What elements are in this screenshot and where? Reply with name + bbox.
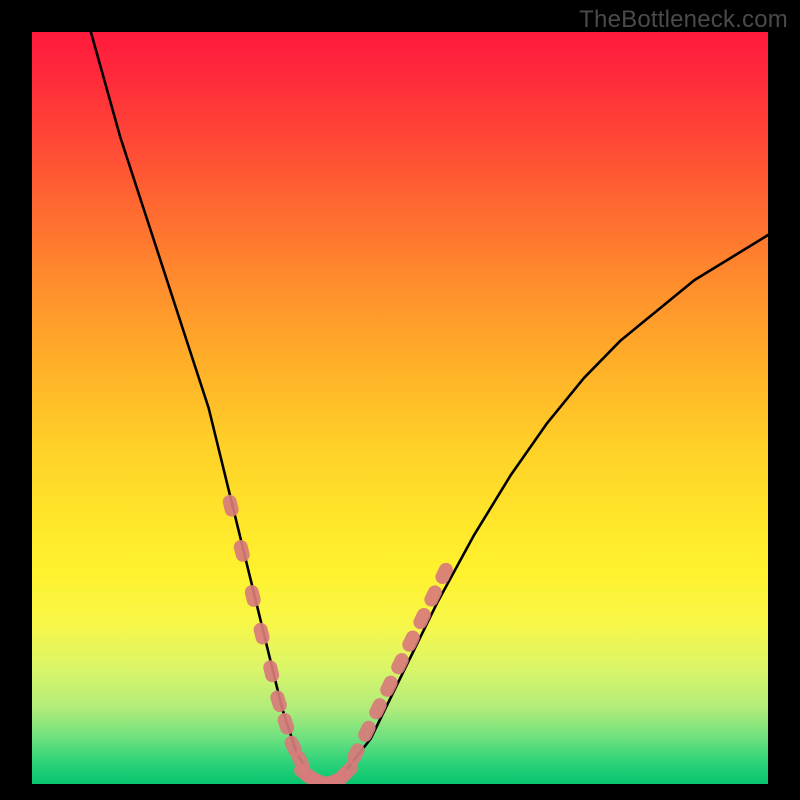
highlight-segment xyxy=(367,696,389,722)
highlight-segment xyxy=(232,539,251,564)
highlight-segment xyxy=(411,606,433,632)
curve-svg xyxy=(32,32,768,784)
plot-area xyxy=(32,32,768,784)
highlight-segment xyxy=(422,583,444,609)
highlight-segment xyxy=(400,628,422,654)
highlight-segment xyxy=(276,711,296,736)
bottleneck-curve-path xyxy=(91,32,768,784)
highlight-segment xyxy=(221,493,240,518)
highlight-segment xyxy=(433,560,455,586)
highlight-segment xyxy=(378,673,400,699)
highlight-segment xyxy=(268,689,288,714)
watermark-text: TheBottleneck.com xyxy=(579,6,788,34)
chart-frame: TheBottleneck.com xyxy=(0,0,800,800)
highlight-segment xyxy=(356,718,378,744)
highlight-segment xyxy=(262,659,281,684)
highlight-segment xyxy=(389,651,411,677)
highlight-segment xyxy=(243,584,262,609)
highlight-segment xyxy=(252,621,271,646)
